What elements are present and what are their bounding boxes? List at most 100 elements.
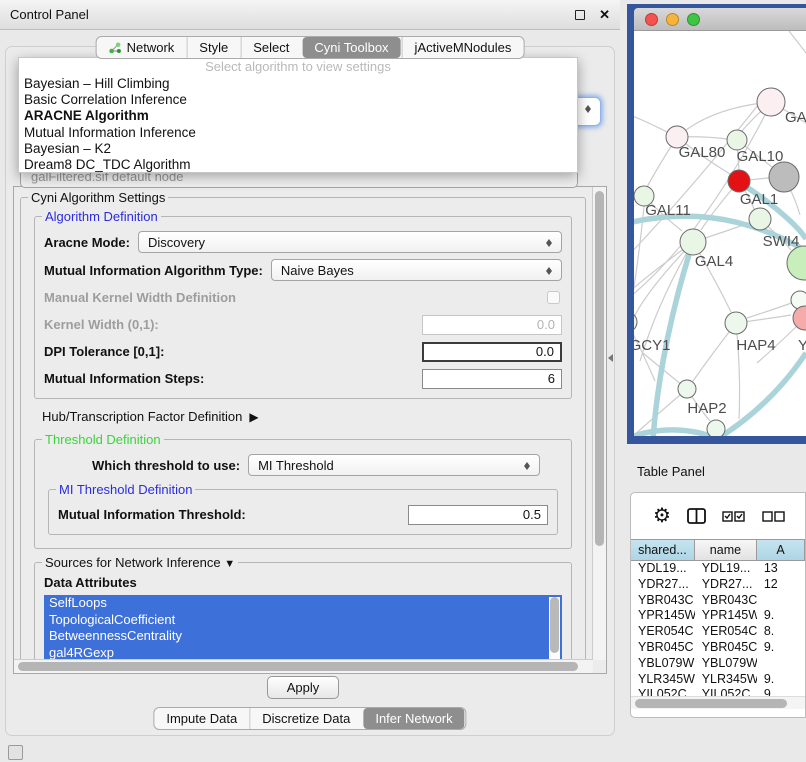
threshold-combobox[interactable]: MI Threshold <box>248 454 540 476</box>
network-node-hap2[interactable] <box>678 380 696 398</box>
tab-impute-data[interactable]: Impute Data <box>154 708 249 729</box>
tab-label: jActiveMNodules <box>415 40 512 55</box>
apply-button[interactable]: Apply <box>267 676 339 699</box>
table-row[interactable]: YBL079WYBL079W <box>631 656 805 672</box>
network-node-y[interactable] <box>793 306 806 330</box>
network-node-gal10[interactable] <box>727 130 747 150</box>
node-label: GAL4 <box>695 253 733 270</box>
network-edge[interactable] <box>789 31 806 53</box>
algorithm-option[interactable]: Basic Correlation Inference <box>19 92 577 108</box>
split-columns-icon[interactable] <box>687 508 706 524</box>
table-row[interactable]: YBR043CYBR043C <box>631 593 805 609</box>
algorithm-option[interactable]: Mutual Information Inference <box>19 125 577 141</box>
table-cell: YDR27... <box>695 577 757 593</box>
mi-steps-field[interactable]: 6 <box>422 369 562 389</box>
column-header-shared...[interactable]: shared... <box>631 540 695 560</box>
table-row[interactable]: YLR345WYLR345W9. <box>631 672 805 688</box>
dpi-tolerance-field[interactable]: 0.0 <box>422 342 562 362</box>
column-header-A[interactable]: A <box>757 540 805 560</box>
table-row[interactable]: YPR145WYPR145W9. <box>631 608 805 624</box>
node-label: SWI4 <box>763 233 800 250</box>
tab-discretize-data[interactable]: Discretize Data <box>249 708 362 729</box>
table-row[interactable]: YDL19...YDL19...13 <box>631 561 805 577</box>
deselect-all-columns-icon[interactable] <box>762 511 786 522</box>
mi-algorithm-type-combobox[interactable]: Naive Bayes <box>271 259 562 281</box>
bottom-tabbar: Impute Data Discretize Data Infer Networ… <box>153 707 466 730</box>
attribute-items: SelfLoopsTopologicalCoefficientBetweenne… <box>44 595 562 661</box>
algorithm-option[interactable]: Dream8 DC_TDC Algorithm <box>19 157 577 173</box>
aracne-mode-combobox[interactable]: Discovery <box>138 231 562 253</box>
tab-infer-network[interactable]: Infer Network <box>363 708 464 729</box>
tab-cyni-toolbox[interactable]: Cyni Toolbox <box>302 37 400 58</box>
table-row[interactable]: YIL052CYIL052C9. <box>631 687 805 696</box>
table-horizontal-scrollbar[interactable] <box>631 696 806 709</box>
table-row[interactable]: YER054CYER054C8. <box>631 624 805 640</box>
node-label: GAL11 <box>645 202 691 219</box>
tab-jactivemnodules[interactable]: jActiveMNodules <box>402 37 524 58</box>
hub-definition-toggle[interactable]: Hub/Transcription Factor Definition ▶ <box>42 409 568 424</box>
group-title: Algorithm Definition <box>42 209 161 224</box>
data-attributes-label: Data Attributes <box>44 575 562 590</box>
settings-horizontal-scrollbar[interactable] <box>14 659 593 673</box>
network-node[interactable] <box>787 246 806 280</box>
threshold-definition-group: Threshold Definition Which threshold to … <box>34 432 572 549</box>
node-label: Y <box>798 337 806 354</box>
tab-network[interactable]: Network <box>97 37 187 58</box>
algorithm-option[interactable]: ARACNE Algorithm <box>19 108 577 124</box>
settings-vertical-scrollbar[interactable] <box>592 187 606 660</box>
aracne-mode-label: Aracne Mode: <box>44 235 130 250</box>
attribute-list-item[interactable]: TopologicalCoefficient <box>44 612 562 629</box>
network-icon <box>109 42 122 54</box>
close-icon[interactable]: ✕ <box>599 10 610 20</box>
network-node-gal4[interactable] <box>680 229 706 255</box>
table-cell: 8. <box>757 624 805 640</box>
tab-select[interactable]: Select <box>240 37 301 58</box>
algorithm-definition-group: Algorithm Definition Aracne Mode: Discov… <box>34 209 572 399</box>
network-node[interactable] <box>707 420 725 436</box>
manual-kernel-checkbox[interactable] <box>547 291 560 304</box>
control-panel-tabbar: Network Style Select Cyni Toolbox jActiv… <box>96 36 525 59</box>
network-edge-thick[interactable] <box>634 430 717 436</box>
table-cell <box>757 656 805 672</box>
network-node-gal[interactable] <box>757 88 785 116</box>
table-cell: 9. <box>757 640 805 656</box>
tab-style[interactable]: Style <box>186 37 240 58</box>
panel-title: Control Panel <box>10 7 575 22</box>
list-scrollbar[interactable] <box>549 597 560 661</box>
zoom-traffic-light-icon[interactable] <box>687 13 700 26</box>
network-node[interactable] <box>769 162 799 192</box>
attribute-list-item[interactable]: BetweennessCentrality <box>44 628 562 645</box>
combo-value: Naive Bayes <box>281 263 354 278</box>
table-cell: 13 <box>757 561 805 577</box>
close-traffic-light-icon[interactable] <box>645 13 658 26</box>
sources-title: Sources for Network Inference <box>45 555 221 570</box>
tab-label: Cyni Toolbox <box>314 40 388 55</box>
data-attributes-list[interactable]: SelfLoopsTopologicalCoefficientBetweenne… <box>44 595 562 665</box>
float-window-icon[interactable] <box>575 10 585 20</box>
attribute-list-item[interactable]: SelfLoops <box>44 595 562 612</box>
gear-icon[interactable]: ⚙ <box>653 506 671 526</box>
minimize-traffic-light-icon[interactable] <box>666 13 679 26</box>
node-label: HAP2 <box>687 400 726 417</box>
network-edge[interactable] <box>634 196 645 313</box>
network-node-hap4[interactable] <box>725 312 747 334</box>
column-header-name[interactable]: name <box>695 540 757 560</box>
network-canvas[interactable]: GALGAL80GAL10GAL1GAL11GAL4SWI4GCY1HAP4YH… <box>634 31 806 436</box>
select-all-columns-icon[interactable] <box>722 511 746 522</box>
mi-steps-label: Mutual Information Steps: <box>44 371 204 386</box>
kernel-width-field[interactable]: 0.0 <box>422 315 562 335</box>
algorithm-option[interactable]: Bayesian – K2 <box>19 141 577 157</box>
table-cell: YBL079W <box>631 656 695 672</box>
network-node-gal1[interactable] <box>728 170 750 192</box>
table-row[interactable]: YBR045CYBR045C9. <box>631 640 805 656</box>
float-panel-icon[interactable] <box>8 745 23 760</box>
sources-toggle[interactable]: Sources for Network Inference ▼ <box>42 555 238 570</box>
algorithm-option[interactable]: Bayesian – Hill Climbing <box>19 76 577 92</box>
table-cell: 12 <box>757 577 805 593</box>
network-edge-thick[interactable] <box>717 353 806 436</box>
mi-threshold-field[interactable]: 0.5 <box>408 505 548 525</box>
table-row[interactable]: YDR27...YDR27...12 <box>631 577 805 593</box>
splitter-collapse-icon[interactable] <box>608 354 613 362</box>
combo-stepper-icon <box>545 263 554 279</box>
network-node-swi4[interactable] <box>749 208 771 230</box>
